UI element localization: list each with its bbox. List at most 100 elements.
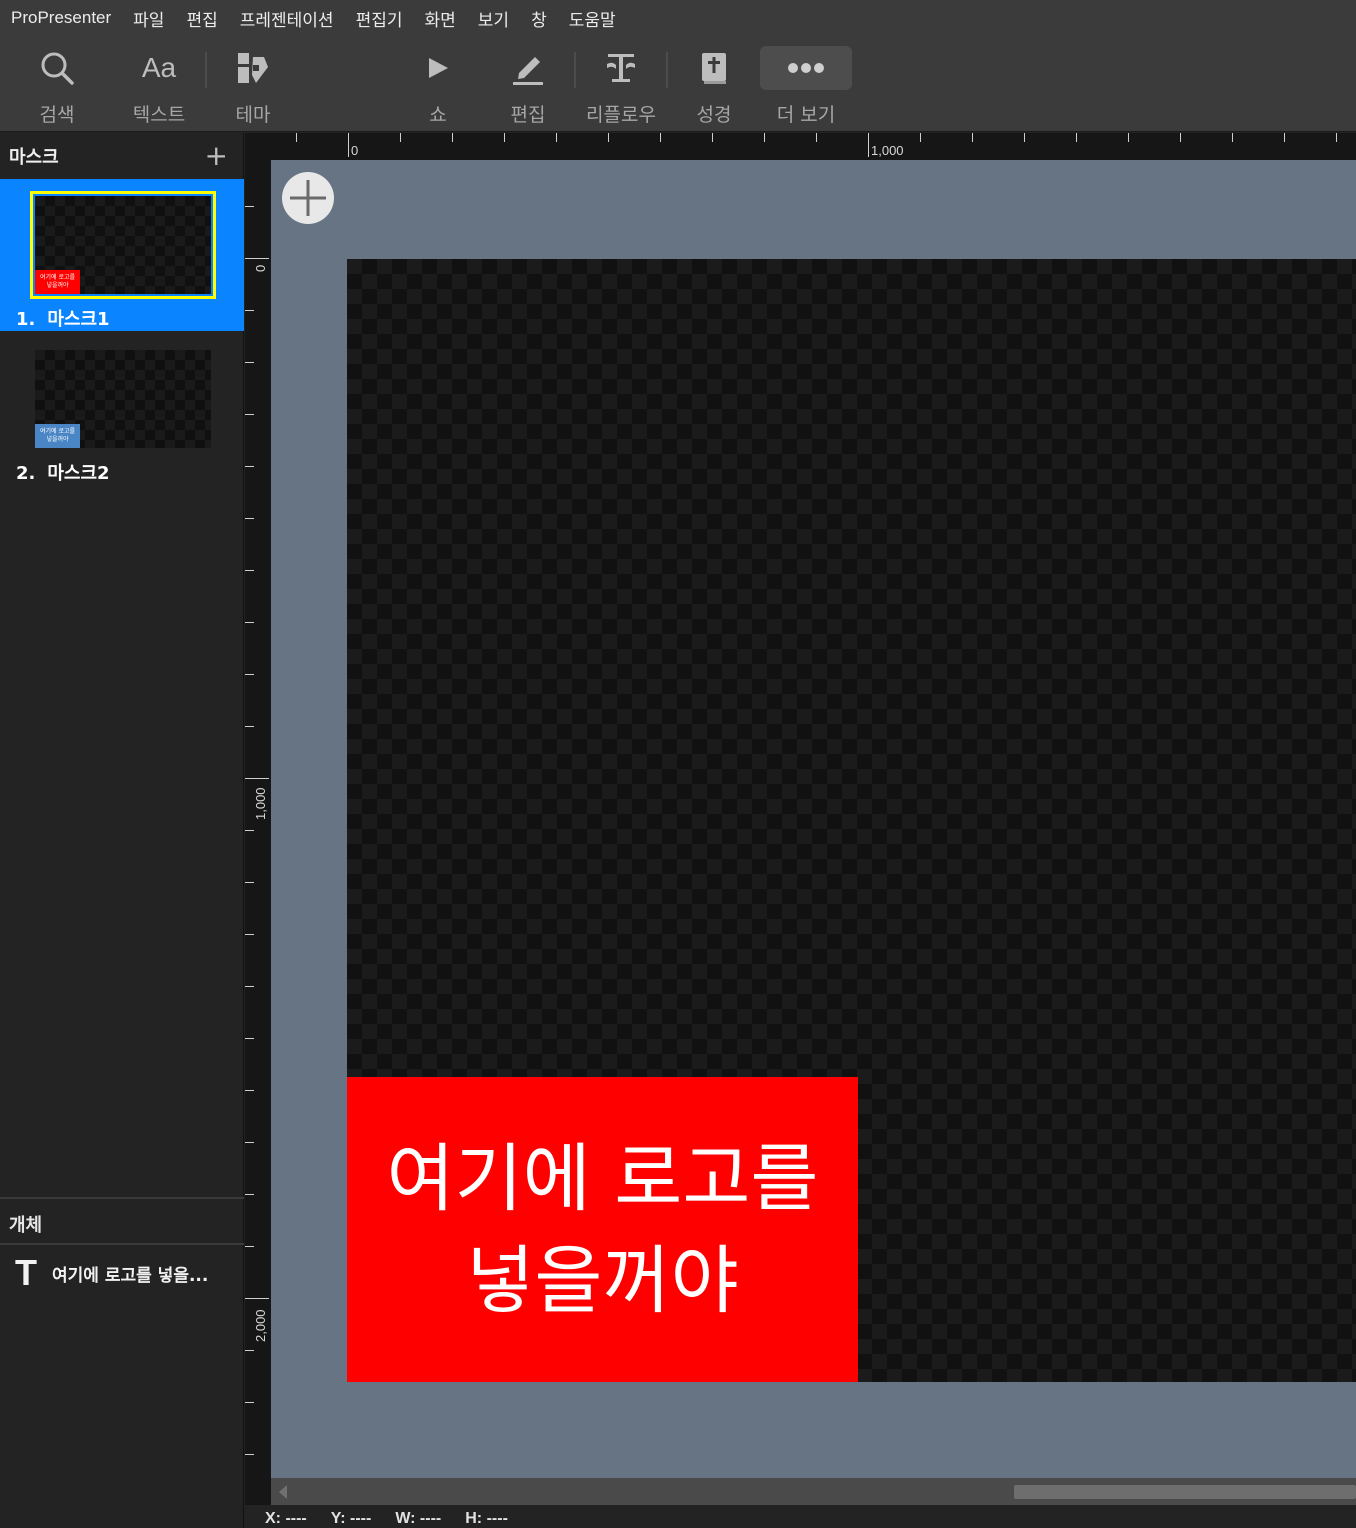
ruler-tick: [1180, 133, 1181, 142]
mask-item-1[interactable]: 여기에 로고를 넣을꺼야 1. 마스크1: [0, 179, 244, 331]
ruler-tick: [245, 518, 254, 519]
toolbar: 검색 Aa 텍스트 테마 쇼 편집 리플로우 성경 더 보기: [0, 36, 1356, 132]
ruler-tick: [245, 1038, 254, 1039]
toolbar-divider: [666, 52, 668, 88]
menu-view[interactable]: 보기: [478, 6, 509, 31]
toolbar-divider: [205, 52, 207, 88]
more-icon: [760, 46, 852, 90]
w-readout: W: ----: [395, 1510, 442, 1527]
menu-bar: ProPresenter 파일 편집 프레젠테이션 편집기 화면 보기 창 도움…: [0, 0, 1356, 36]
ruler-tick: [245, 570, 254, 571]
ruler-tick: [245, 830, 254, 831]
theme-button[interactable]: 테마: [228, 44, 278, 128]
more-label: 더 보기: [776, 104, 836, 126]
edit-label: 편집: [510, 104, 546, 126]
ruler-tick: [245, 1350, 254, 1351]
masks-header: 마스크 +: [0, 133, 244, 179]
ruler-tick: [868, 133, 869, 157]
mask-name: 마스크1: [47, 309, 110, 330]
ruler-tick: [660, 133, 661, 142]
ruler-tick: [245, 1454, 254, 1455]
ruler-label: 1,000: [253, 787, 268, 820]
ruler-tick: [245, 622, 254, 623]
thumbnail-logo: 여기에 로고를 넣을꺼야: [35, 424, 80, 448]
pencil-icon: [511, 44, 545, 92]
ruler-tick: [245, 882, 254, 883]
bible-button[interactable]: 성경: [689, 44, 739, 128]
toolbar-divider: [574, 52, 576, 88]
menu-help[interactable]: 도움말: [569, 6, 616, 31]
text-icon: Aa: [141, 52, 177, 83]
ruler-tick: [556, 133, 557, 142]
add-mask-button[interactable]: +: [205, 142, 228, 170]
scroll-left-arrow[interactable]: [279, 1485, 287, 1499]
ruler-tick: [1232, 133, 1233, 142]
mask-name: 마스크2: [47, 463, 110, 484]
ruler-tick: [1128, 133, 1129, 142]
ruler-tick: [920, 133, 921, 142]
menu-screen[interactable]: 화면: [425, 6, 456, 31]
show-label: 쇼: [429, 104, 447, 126]
scroll-thumb[interactable]: [1014, 1485, 1356, 1499]
more-button[interactable]: 더 보기: [760, 44, 852, 128]
text-label: 텍스트: [132, 104, 186, 126]
search-label: 검색: [39, 104, 75, 126]
mask-thumbnail[interactable]: 여기에 로고를 넣을꺼야: [30, 191, 216, 299]
horizontal-scrollbar[interactable]: [271, 1478, 1356, 1505]
horizontal-ruler: 0 1,000: [245, 133, 1356, 160]
vertical-ruler: 0 1,000 2,000: [245, 160, 271, 1505]
ruler-tick: [1024, 133, 1025, 142]
crosshair-icon: [290, 180, 326, 216]
menu-window[interactable]: 창: [531, 6, 547, 31]
object-row[interactable]: T 여기에 로고를 넣을...: [0, 1245, 244, 1301]
menu-app[interactable]: ProPresenter: [11, 8, 111, 28]
ruler-tick: [245, 1246, 254, 1247]
search-button[interactable]: 검색: [32, 44, 82, 128]
ruler-label: 2,000: [253, 1309, 268, 1342]
menu-editor[interactable]: 편집기: [356, 6, 403, 31]
ruler-tick: [1336, 133, 1337, 142]
ruler-tick: [504, 133, 505, 142]
ruler-tick: [712, 133, 713, 142]
masks-panel: 마스크 + 여기에 로고를 넣을꺼야 1. 마스크1 여기에 로고를 넣을꺼야 2…: [0, 133, 244, 1528]
menu-edit[interactable]: 편집: [186, 6, 217, 31]
ruler-tick: [245, 1194, 254, 1195]
ruler-tick: [972, 133, 973, 142]
ruler-tick: [245, 778, 269, 779]
mask-item-2[interactable]: 여기에 로고를 넣을꺼야 2. 마스크2: [0, 333, 244, 485]
logo-text-box[interactable]: 여기에 로고를 넣을꺼야: [347, 1077, 858, 1382]
show-button[interactable]: 쇼: [413, 44, 463, 128]
mask-number: 2.: [16, 463, 36, 484]
text-button[interactable]: Aa 텍스트: [124, 44, 194, 128]
ruler-tick: [1284, 133, 1285, 142]
ruler-tick: [1076, 133, 1077, 142]
ruler-tick: [245, 310, 254, 311]
text-object-icon: T: [15, 1252, 37, 1293]
objects-title: 개체: [9, 1215, 43, 1236]
mask-label: 2. 마스크2: [16, 459, 110, 485]
play-icon: [425, 44, 451, 92]
ruler-tick: [245, 934, 254, 935]
ruler-tick: [245, 1090, 254, 1091]
ruler-tick: [245, 986, 254, 987]
mask-slide[interactable]: 여기에 로고를 넣을꺼야: [347, 259, 1356, 1382]
ruler-tick: [245, 362, 254, 363]
bible-label: 성경: [696, 104, 732, 126]
ruler-label: 1,000: [871, 143, 904, 158]
mask-thumbnail[interactable]: 여기에 로고를 넣을꺼야: [35, 350, 211, 448]
ruler-tick: [245, 206, 254, 207]
menu-file[interactable]: 파일: [133, 6, 164, 31]
ruler-label: 0: [351, 143, 359, 158]
theme-label: 테마: [235, 104, 271, 126]
masks-title: 마스크: [9, 147, 59, 168]
reflow-button[interactable]: 리플로우: [578, 44, 664, 128]
ruler-tick: [245, 1142, 254, 1143]
search-icon: [40, 44, 74, 92]
menu-presentation[interactable]: 프레젠테이션: [240, 6, 334, 31]
ruler-tick: [400, 133, 401, 142]
editor-canvas[interactable]: 여기에 로고를 넣을꺼야: [271, 160, 1356, 1478]
edit-button[interactable]: 편집: [503, 44, 553, 128]
ruler-tick: [608, 133, 609, 142]
ruler-tick: [245, 258, 269, 259]
zoom-button[interactable]: [282, 172, 334, 224]
